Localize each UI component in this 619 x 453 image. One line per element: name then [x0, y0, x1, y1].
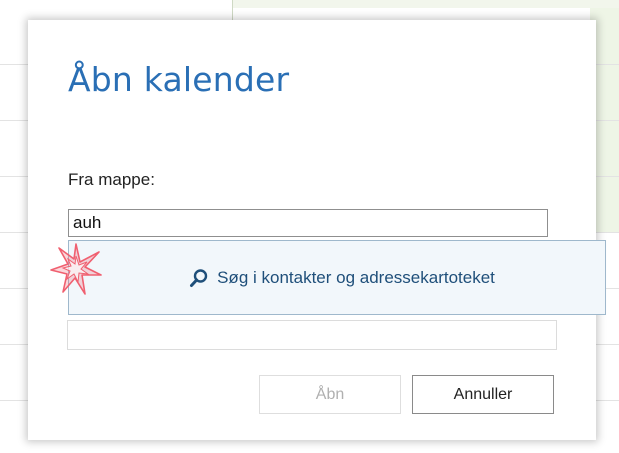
open-button[interactable]: Åbn: [259, 375, 401, 414]
from-folder-label: Fra mappe:: [68, 170, 155, 189]
search-icon: [190, 268, 208, 287]
folder-results-list[interactable]: [67, 320, 557, 350]
suggestion-label: Søg i kontakter og adressekartoteket: [217, 267, 495, 287]
click-star-icon: [50, 243, 102, 295]
suggestion-content: Søg i kontakter og adressekartoteket: [189, 268, 495, 288]
from-folder-input[interactable]: [68, 209, 548, 237]
calendar-divider: [232, 0, 233, 22]
cancel-button[interactable]: Annuller: [412, 375, 554, 414]
open-calendar-dialog: Åbn kalender Fra mappe: Åbn Annuller: [28, 20, 596, 440]
calendar-header-strip: [232, 0, 619, 8]
dialog-title: Åbn kalender: [68, 60, 290, 99]
search-contacts-suggestion[interactable]: Søg i kontakter og adressekartoteket: [68, 240, 606, 315]
